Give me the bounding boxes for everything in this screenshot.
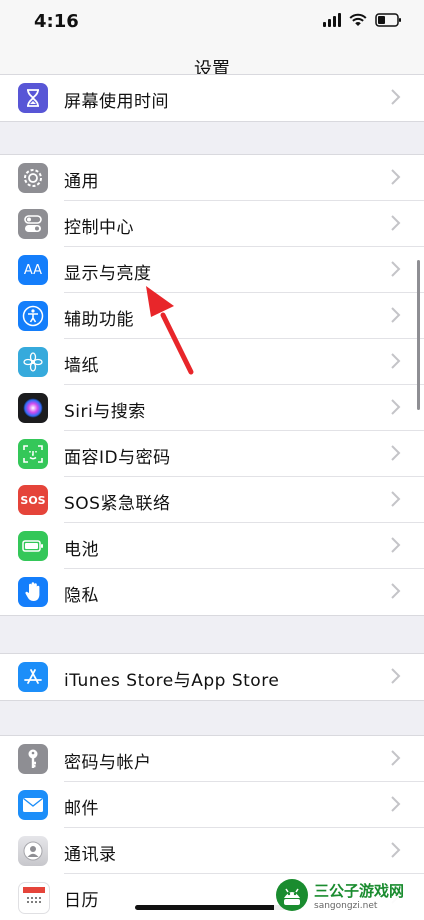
watermark: 三公子游戏网 sangongzi.net [274, 875, 420, 915]
settings-row-label: 辅助功能 [64, 310, 134, 330]
settings-row-siri-search[interactable]: Siri与搜索 [0, 385, 424, 431]
settings-row-label: SOS紧急联络 [64, 494, 171, 514]
status-bar: 4:16 [0, 0, 424, 46]
chevron-right-icon [391, 842, 401, 858]
settings-row-label: 通讯录 [64, 845, 117, 865]
calendar-icon [18, 882, 50, 914]
settings-row-privacy[interactable]: 隐私 [0, 569, 424, 615]
watermark-logo-icon [276, 879, 308, 911]
accessibility-icon [18, 301, 48, 331]
battery-status-icon [375, 13, 402, 27]
chevron-right-icon [391, 750, 401, 766]
settings-row-label: 隐私 [64, 586, 99, 606]
status-time: 4:16 [34, 11, 79, 32]
gear-icon [18, 163, 48, 193]
settings-row-mail[interactable]: 邮件 [0, 782, 424, 828]
hand-icon [18, 577, 48, 607]
watermark-title: 三公子游戏网 [314, 881, 405, 900]
flower-icon [18, 347, 48, 377]
settings-row-app-store[interactable]: iTunes Store与App Store [0, 654, 424, 700]
settings-row-accessibility[interactable]: 辅助功能 [0, 293, 424, 339]
settings-row-label: 电池 [64, 540, 99, 560]
settings-row-label: Siri与搜索 [64, 402, 146, 422]
settings-row-face-id[interactable]: 面容ID与密码 [0, 431, 424, 477]
settings-row-label: 墙纸 [64, 356, 99, 376]
contacts-icon [18, 836, 48, 866]
watermark-url: sangongzi.net [314, 900, 378, 911]
chevron-right-icon [391, 353, 401, 369]
settings-row-screen-time[interactable]: 屏幕使用时间 [0, 75, 424, 121]
settings-row-passwords-accounts[interactable]: 密码与帐户 [0, 736, 424, 782]
settings-row-label: 日历 [64, 891, 99, 911]
app-store-icon [18, 662, 48, 692]
chevron-right-icon [391, 307, 401, 323]
key-icon [18, 744, 48, 774]
settings-row-general[interactable]: 通用 [0, 155, 424, 201]
settings-group-screen-time: 屏幕使用时间 [0, 74, 424, 122]
chevron-right-icon [391, 215, 401, 231]
battery-icon [18, 531, 48, 561]
wifi-icon [349, 13, 367, 27]
settings-row-label: 屏幕使用时间 [64, 92, 169, 112]
chevron-right-icon [391, 796, 401, 812]
chevron-right-icon [391, 399, 401, 415]
sos-icon: SOS [18, 485, 48, 515]
chevron-right-icon [391, 445, 401, 461]
toggles-icon [18, 209, 48, 239]
chevron-right-icon [391, 261, 401, 277]
settings-group-store: iTunes Store与App Store [0, 653, 424, 701]
settings-row-label: 邮件 [64, 799, 99, 819]
settings-row-label: iTunes Store与App Store [64, 671, 280, 691]
settings-row-control-center[interactable]: 控制中心 [0, 201, 424, 247]
settings-row-label: 面容ID与密码 [64, 448, 171, 468]
chevron-right-icon [391, 491, 401, 507]
chevron-right-icon [391, 537, 401, 553]
home-indicator[interactable] [135, 905, 291, 910]
text-size-icon: AA [18, 255, 48, 285]
hourglass-icon [18, 83, 48, 113]
settings-row-label: 控制中心 [64, 218, 134, 238]
chevron-right-icon [391, 89, 401, 105]
settings-row-label: 密码与帐户 [64, 753, 152, 773]
settings-group-general: 通用 控制中心 AA 显示与亮度 辅助功能 墙纸 Siri与搜索 面容ID与密码… [0, 154, 424, 616]
chevron-right-icon [391, 169, 401, 185]
status-icons [323, 13, 402, 27]
settings-row-contacts[interactable]: 通讯录 [0, 828, 424, 874]
settings-row-wallpaper[interactable]: 墙纸 [0, 339, 424, 385]
cellular-signal-icon [323, 13, 341, 27]
mail-icon [18, 790, 48, 820]
face-id-icon [18, 439, 48, 469]
chevron-right-icon [391, 668, 401, 684]
settings-row-emergency-sos[interactable]: SOS SOS紧急联络 [0, 477, 424, 523]
settings-row-label: 通用 [64, 172, 99, 192]
scroll-indicator[interactable] [417, 260, 420, 410]
settings-row-battery[interactable]: 电池 [0, 523, 424, 569]
settings-row-label: 显示与亮度 [64, 264, 152, 284]
chevron-right-icon [391, 583, 401, 599]
siri-icon [18, 393, 48, 423]
settings-row-display-brightness[interactable]: AA 显示与亮度 [0, 247, 424, 293]
